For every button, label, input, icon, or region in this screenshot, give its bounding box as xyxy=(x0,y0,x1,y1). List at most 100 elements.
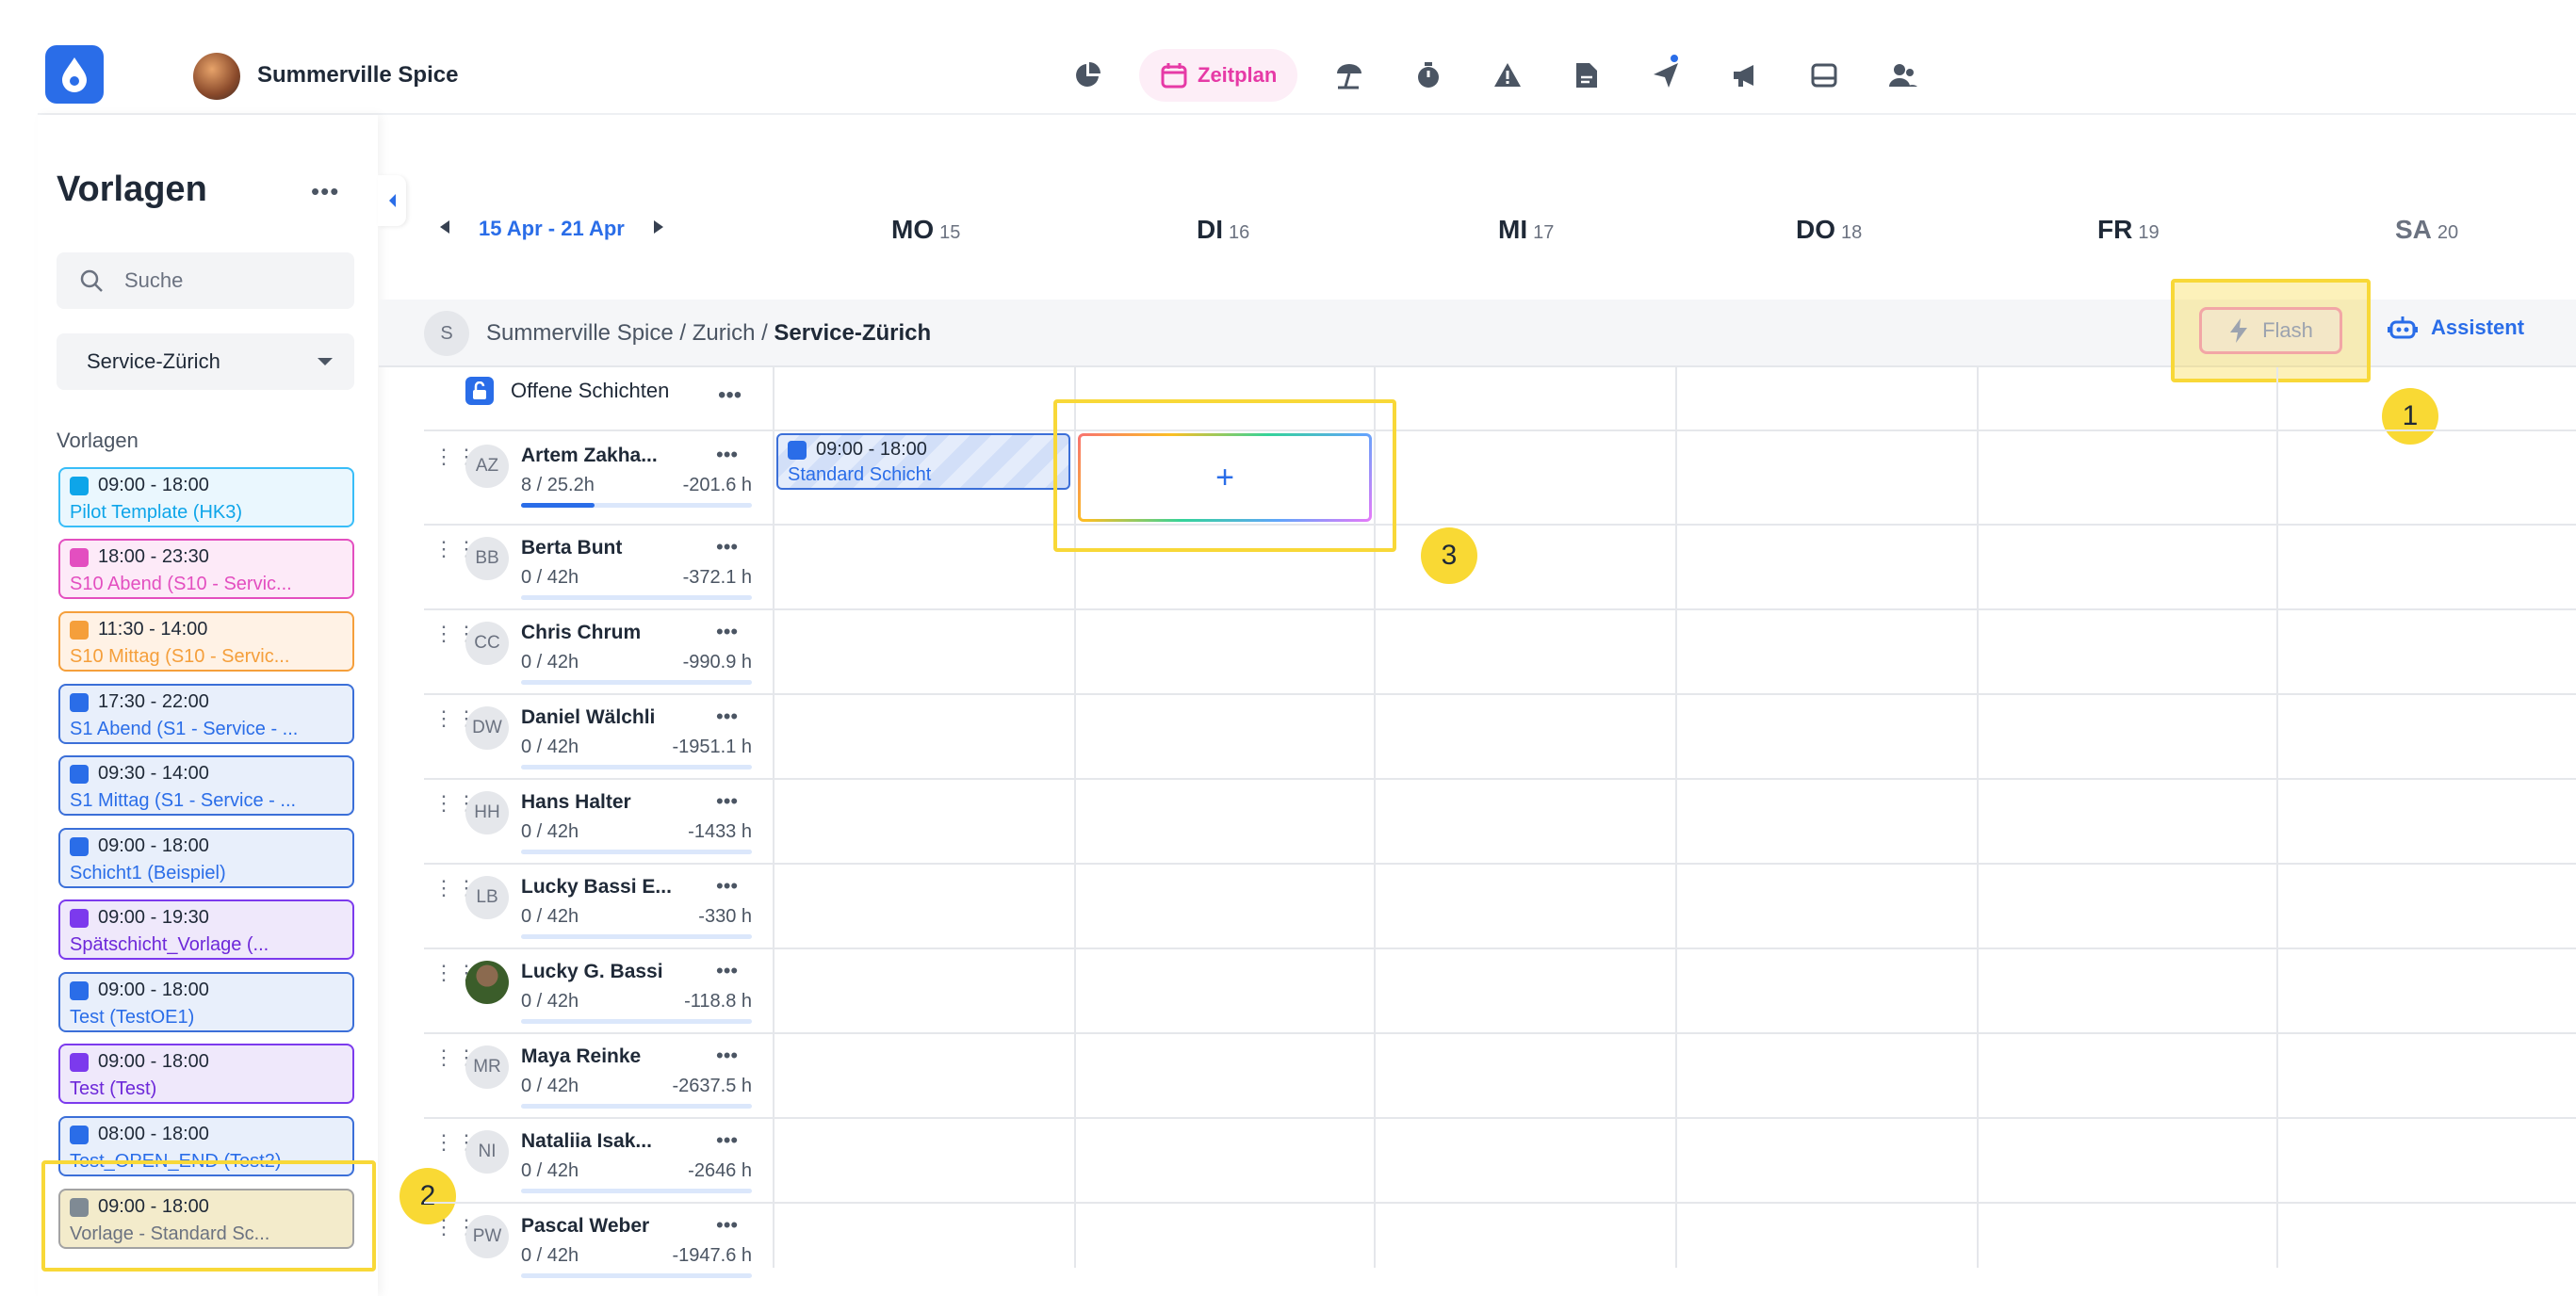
day-header: DO 18 xyxy=(1796,215,1862,245)
employee-balance: -1433 h xyxy=(688,821,752,842)
employee-more-button[interactable]: ••• xyxy=(716,705,738,729)
org-name[interactable]: Summerville Spice xyxy=(257,62,458,89)
template-name: S1 Mittag (S1 - Service - ... xyxy=(70,790,297,811)
chevron-down-icon xyxy=(318,358,333,365)
day-abbr: MO xyxy=(891,215,935,244)
briefcase-icon xyxy=(70,1052,89,1072)
robot-icon xyxy=(2388,316,2418,339)
template-time: 11:30 - 14:00 xyxy=(98,619,208,640)
top-bar: Summerville Spice Zeitplan xyxy=(38,0,2576,115)
employee-row[interactable]: ⋮⋮ LB Lucky Bassi E... ••• 0 / 42h -330 h xyxy=(426,863,771,946)
search-placeholder: Suche xyxy=(124,268,184,292)
open-shifts-more-button[interactable]: ••• xyxy=(718,382,742,409)
employee-more-button[interactable]: ••• xyxy=(716,874,738,899)
employee-name: Maya Reinke xyxy=(521,1045,642,1067)
briefcase-icon xyxy=(70,476,89,495)
week-range[interactable]: 15 Apr - 21 Apr xyxy=(479,217,625,241)
employee-row[interactable]: ⋮⋮ Lucky G. Bassi ••• 0 / 42h -118.8 h xyxy=(426,948,771,1030)
template-card[interactable]: 09:00 - 18:00 Test (Test) xyxy=(58,1044,354,1104)
employee-row[interactable]: ⋮⋮ PW Pascal Weber ••• 0 / 42h -1947.6 h xyxy=(426,1202,771,1285)
template-name: Pilot Template (HK3) xyxy=(70,502,243,523)
collapse-sidebar-button[interactable] xyxy=(378,175,406,226)
template-time-row: 09:00 - 18:00 xyxy=(70,475,343,496)
main-nav: Zeitplan xyxy=(1060,49,1931,102)
template-card[interactable]: 09:00 - 18:00 Schicht1 (Beispiel) xyxy=(58,828,354,888)
template-card[interactable]: 11:30 - 14:00 S10 Mittag (S10 - Servic... xyxy=(58,611,354,672)
template-name: Test (TestOE1) xyxy=(70,1007,195,1028)
employee-balance: -2646 h xyxy=(688,1160,752,1181)
employee-row[interactable]: ⋮⋮ MR Maya Reinke ••• 0 / 42h -2637.5 h xyxy=(426,1032,771,1115)
employee-more-button[interactable]: ••• xyxy=(716,620,738,644)
employee-more-button[interactable]: ••• xyxy=(716,443,738,467)
template-name: Schicht1 (Beispiel) xyxy=(70,863,226,883)
sidebar-title: Vorlagen xyxy=(57,170,207,209)
employee-row[interactable]: ⋮⋮ BB Berta Bunt ••• 0 / 42h -372.1 h xyxy=(426,524,771,607)
nav-warnings[interactable] xyxy=(1480,49,1535,102)
employee-row[interactable]: ⋮⋮ NI Nataliia Isak... ••• 0 / 42h -2646 h xyxy=(426,1117,771,1200)
assistant-button[interactable]: Assistent xyxy=(2388,315,2524,341)
unlock-glyph xyxy=(473,381,486,399)
template-card[interactable]: 17:30 - 22:00 S1 Abend (S1 - Service - ..… xyxy=(58,684,354,744)
briefcase-icon xyxy=(70,1125,89,1144)
inbox-icon xyxy=(1811,63,1837,88)
callout-badge-3: 3 xyxy=(1421,527,1477,584)
employee-avatar: HH xyxy=(465,791,509,834)
template-card[interactable]: 09:30 - 14:00 S1 Mittag (S1 - Service - .… xyxy=(58,755,354,816)
document-icon xyxy=(1576,63,1598,88)
employee-more-button[interactable]: ••• xyxy=(716,959,738,983)
callout-badge-1: 1 xyxy=(2382,388,2438,445)
employee-more-button[interactable]: ••• xyxy=(716,535,738,559)
nav-documents[interactable] xyxy=(1559,49,1614,102)
nav-time-tracking[interactable] xyxy=(1401,49,1456,102)
app-logo[interactable] xyxy=(45,45,104,104)
template-card[interactable]: 09:00 - 18:00 Test (TestOE1) xyxy=(58,972,354,1032)
nav-inbox[interactable] xyxy=(1797,49,1851,102)
template-time-row: 17:30 - 22:00 xyxy=(70,691,343,713)
employee-row[interactable]: ⋮⋮ AZ Artem Zakha... ••• 8 / 25.2h -201.6 h xyxy=(426,431,771,514)
nav-messages[interactable] xyxy=(1639,49,1693,102)
employee-more-button[interactable]: ••• xyxy=(716,1128,738,1153)
org-avatar[interactable] xyxy=(193,53,240,100)
open-shifts-label: Offene Schichten xyxy=(511,379,670,402)
employee-hours: 0 / 42h xyxy=(521,991,579,1012)
location-select[interactable]: Service-Zürich xyxy=(57,333,354,390)
search-icon xyxy=(80,269,103,292)
nav-reports[interactable] xyxy=(1060,49,1115,102)
employee-avatar: DW xyxy=(465,706,509,750)
nav-announcements[interactable] xyxy=(1718,49,1772,102)
template-search-input[interactable]: Suche xyxy=(57,252,354,309)
flash-button[interactable]: Flash xyxy=(2199,307,2342,354)
nav-schedule[interactable]: Zeitplan xyxy=(1139,49,1298,102)
add-shift-cell[interactable]: + xyxy=(1078,433,1372,522)
template-card[interactable]: 18:00 - 23:30 S10 Abend (S10 - Servic... xyxy=(58,539,354,599)
breadcrumb-current: Service-Zürich xyxy=(774,320,932,346)
employee-hours: 0 / 42h xyxy=(521,821,579,842)
template-card[interactable]: 09:00 - 18:00 Pilot Template (HK3) xyxy=(58,467,354,527)
sidebar-more-button[interactable]: ••• xyxy=(311,177,339,206)
shift-time: 09:00 - 18:00 xyxy=(816,439,927,460)
employee-more-button[interactable]: ••• xyxy=(716,1044,738,1068)
grid-column-line xyxy=(1977,367,1979,1268)
employee-more-button[interactable]: ••• xyxy=(716,789,738,814)
next-week-button[interactable] xyxy=(653,219,664,239)
nav-team[interactable] xyxy=(1876,49,1931,102)
template-time-row: 09:00 - 18:00 xyxy=(70,980,343,1001)
prev-week-button[interactable] xyxy=(439,219,450,239)
employee-balance: -201.6 h xyxy=(682,475,752,495)
day-header: MO 15 xyxy=(891,215,960,245)
grid-column-line xyxy=(773,367,774,1268)
unlock-icon xyxy=(465,377,494,405)
employee-row[interactable]: ⋮⋮ DW Daniel Wälchli ••• 0 / 42h -1951.1 h xyxy=(426,693,771,776)
nav-schedule-label: Zeitplan xyxy=(1198,63,1278,87)
briefcase-icon xyxy=(70,620,89,640)
open-shifts-row[interactable]: Offene Schichten xyxy=(465,377,669,405)
template-time-row: 18:00 - 23:30 xyxy=(70,546,343,568)
nav-absences[interactable] xyxy=(1322,49,1377,102)
shift-card[interactable]: 09:00 - 18:00 Standard Schicht xyxy=(776,433,1070,490)
template-card[interactable]: 09:00 - 19:30 Spätschicht_Vorlage (... xyxy=(58,899,354,960)
breadcrumb: Summerville Spice / Zurich / Service-Zür… xyxy=(486,320,931,347)
employee-more-button[interactable]: ••• xyxy=(716,1213,738,1238)
employee-balance: -372.1 h xyxy=(682,567,752,588)
employee-row[interactable]: ⋮⋮ HH Hans Halter ••• 0 / 42h -1433 h xyxy=(426,778,771,861)
employee-row[interactable]: ⋮⋮ CC Chris Chrum ••• 0 / 42h -990.9 h xyxy=(426,608,771,691)
